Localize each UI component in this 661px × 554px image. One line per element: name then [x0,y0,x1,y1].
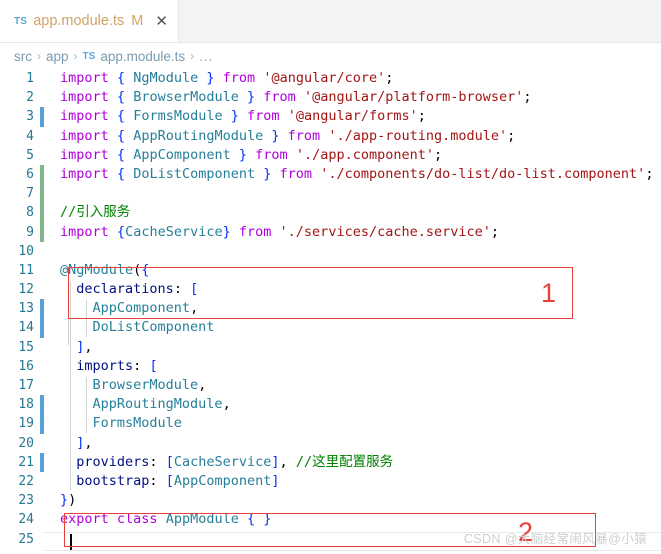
breadcrumb: src › app › TS app.module.ts › ... [0,43,661,69]
git-change-marker [40,530,44,549]
line-number: 11 [18,262,34,278]
line-number: 19 [18,416,34,432]
code-line-text: import { FormsModule } from '@angular/fo… [60,108,426,125]
breadcrumb-overflow[interactable]: ... [199,49,213,64]
line-number: 25 [18,531,34,547]
code-line[interactable]: 8 //引入服务 [0,203,661,223]
code-line[interactable]: 23}) [0,491,661,510]
typescript-file-icon: TS [82,50,96,62]
code-line-text: //引入服务 [60,204,131,221]
code-line[interactable]: 20 ], [0,434,661,453]
code-line[interactable]: 12 declarations: [ [0,280,661,299]
code-line-text: import { AppComponent } from './app.comp… [60,146,443,163]
code-line[interactable]: 3 import { FormsModule } from '@angular/f… [0,107,661,127]
code-line[interactable]: 10 [0,242,661,261]
tab-filename: app.module.ts [33,13,125,29]
code-line[interactable]: 16 imports: [ [0,357,661,376]
code-editor[interactable]: 1 import { NgModule } from '@angular/core… [0,69,661,554]
line-number: 15 [18,339,34,355]
line-number: 23 [18,493,34,509]
line-number: 18 [18,397,34,413]
line-number: 14 [18,320,34,336]
line-number: 2 [26,90,34,106]
code-line[interactable]: 13 AppComponent, [0,299,661,319]
csdn-watermark: CSDN @大脑经常闹风暴@小猿 [463,532,647,546]
chevron-right-icon: › [73,49,78,63]
code-line-text: FormsModule [92,415,182,432]
code-line[interactable]: 14 DoListComponent [0,318,661,338]
code-line-text: providers: [CacheService], //这里配置服务 [76,453,394,470]
line-number: 17 [18,378,34,393]
line-number: 24 [18,512,34,528]
code-line[interactable]: 4 import { AppRoutingModule } from './app… [0,127,661,146]
line-number: 1 [26,71,34,86]
close-icon[interactable]: ✕ [155,14,168,29]
code-line-text: @NgModule({ [60,261,150,278]
line-number: 8 [26,205,34,221]
tab-dirty-indicator: M [131,13,144,29]
tab-bar: TS app.module.ts M ✕ [0,0,661,43]
code-line-text: ], [76,434,93,451]
code-line-text: import { DoListComponent } from './compo… [60,165,654,182]
line-number: 7 [26,186,34,202]
code-line[interactable]: 6 import { DoListComponent } from './comp… [0,164,661,185]
code-line-text: }) [60,492,77,509]
code-line-text: import {CacheService} from './services/c… [60,223,500,240]
indent-guide [86,377,87,433]
code-line[interactable]: 22 bootstrap: [AppComponent] [0,472,661,491]
code-line[interactable]: 9 import {CacheService} from './services/… [0,222,661,242]
typescript-file-icon: TS [14,15,28,27]
chevron-right-icon: › [37,49,41,63]
indent-guide [86,300,87,337]
code-line-text: AppRoutingModule, [92,396,231,413]
code-line[interactable]: 19 FormsModule [0,414,661,434]
line-number: 13 [18,301,34,317]
line-number: 9 [26,224,34,240]
breadcrumb-item-app[interactable]: app [46,49,69,64]
code-line-text: export class AppModule { } [60,511,272,528]
editor-tab-app-module[interactable]: TS app.module.ts M ✕ [0,0,179,42]
code-line[interactable]: 17 BrowserModule, [0,376,661,395]
code-line-text: import { NgModule } from '@angular/core'… [60,70,394,86]
code-line[interactable]: 18 AppRoutingModule, [0,395,661,415]
line-number: 16 [18,358,34,374]
indent-guide [68,287,69,345]
code-line[interactable]: 1 import { NgModule } from '@angular/core… [0,69,661,88]
code-line-text: import { BrowserModule } from '@angular/… [60,89,532,106]
line-number: 10 [18,243,34,259]
line-number: 6 [26,166,34,182]
code-line[interactable]: 21 providers: [CacheService], //这里配置服务 [0,452,661,472]
annotation-number-1: 1 [541,278,557,308]
code-line-text: imports: [ [76,357,158,374]
line-number: 22 [18,473,34,489]
git-change-marker [40,242,44,261]
line-number: 20 [18,435,34,451]
line-number: 5 [26,147,34,163]
line-number: 21 [18,454,34,470]
code-line-text: bootstrap: [AppComponent] [76,472,280,489]
code-line[interactable]: 2 import { BrowserModule } from '@angular… [0,88,661,107]
code-line[interactable]: 7 [0,184,661,204]
code-line[interactable]: 11 @NgModule({ [0,261,661,280]
indent-guide [70,281,71,491]
tab-bar-empty-space [178,0,661,42]
chevron-right-icon: › [190,49,195,63]
line-number: 3 [26,109,34,125]
git-change-marker [40,184,44,204]
code-lines[interactable]: 1 import { NgModule } from '@angular/core… [0,69,661,549]
breadcrumb-item-file[interactable]: app.module.ts [100,49,185,64]
text-cursor [70,534,72,551]
code-line-text: BrowserModule, [92,377,207,393]
code-line[interactable]: 24 export class AppModule { } [0,510,661,529]
code-line[interactable]: 5 import { AppComponent } from './app.com… [0,146,661,165]
line-number: 12 [18,282,34,298]
line-number: 4 [26,128,34,144]
breadcrumb-item-src[interactable]: src [14,49,32,64]
code-line[interactable]: 15 ], [0,338,661,357]
code-line-text: import { AppRoutingModule } from './app-… [60,127,516,144]
